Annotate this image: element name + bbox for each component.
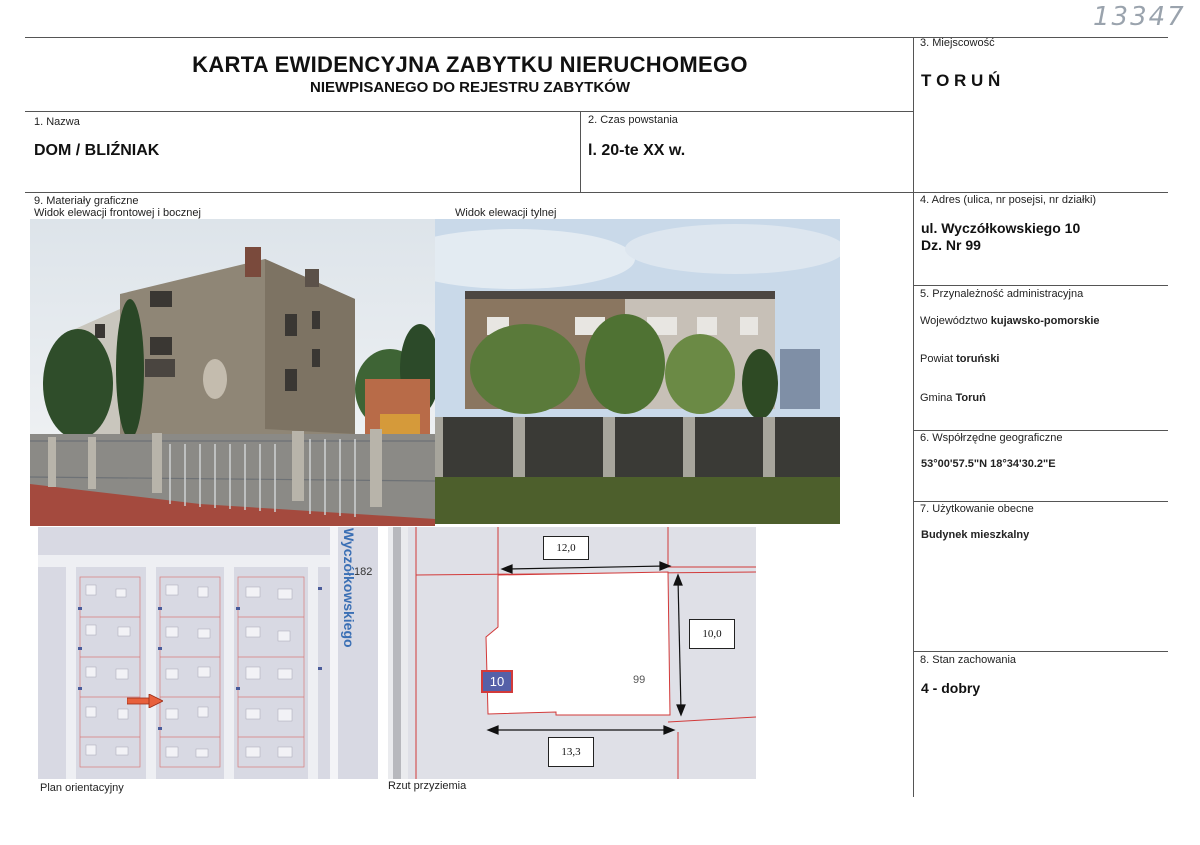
parcel-number-label: 99 — [633, 674, 646, 686]
coordinates-label: 6. Współrzędne geograficzne — [920, 432, 1063, 444]
voivodeship-line: Województwo kujawsko-pomorskie — [920, 315, 1100, 327]
floor-plan-caption: Rzut przyziemia — [388, 780, 467, 792]
dimension-bottom-label: 13,3 — [548, 737, 594, 767]
name-label: 1. Nazwa — [34, 116, 80, 128]
section8-border — [913, 651, 1168, 652]
county-value: toruński — [956, 353, 1000, 365]
handwritten-reference-number: 13347 — [1093, 2, 1186, 32]
right-column-divider — [913, 37, 914, 797]
construction-time-label: 2. Czas powstania — [588, 114, 678, 126]
dimension-right-label: 10,0 — [689, 619, 735, 649]
address-label: 4. Adres (ulica, nr posejsi, nr działki) — [920, 194, 1097, 206]
front-elevation-photo — [30, 219, 435, 526]
graphics-label: 9. Materiały graficzne — [34, 195, 139, 207]
page-title: KARTA EWIDENCYJNA ZABYTKU NIERUCHOMEGO — [192, 52, 748, 77]
house-number-badge: 10 — [481, 670, 513, 693]
address-street: ul. Wyczółkowskiego 10 — [921, 220, 1081, 236]
condition-label: 8. Stan zachowania — [920, 654, 1017, 666]
street-name-label: Wyczółkowskiego — [341, 528, 357, 648]
section5-border — [913, 285, 1168, 286]
name-time-divider — [580, 111, 581, 192]
ground-floor-plan: 12,0 10,0 13,3 10 99 — [388, 527, 756, 779]
county-line: Powiat toruński — [920, 353, 1000, 365]
map-number-label: 182 — [354, 566, 373, 578]
page-subtitle: NIEWPISANEGO DO REJESTRU ZABYTKÓW — [309, 79, 631, 96]
dimension-top-label: 12,0 — [543, 536, 589, 560]
address-parcel: Dz. Nr 99 — [921, 237, 981, 253]
name-row-bottom-border — [25, 192, 1168, 193]
title-bottom-border — [25, 111, 913, 112]
condition-value: 4 - dobry — [921, 680, 981, 696]
section7-border — [913, 501, 1168, 502]
rear-photo-caption: Widok elewacji tylnej — [455, 207, 557, 219]
plan-caption: Plan orientacyjny — [40, 782, 124, 794]
rear-elevation-photo — [435, 219, 840, 524]
coordinates-value: 53°00'57.5"N 18°34'30.2"E — [921, 458, 1056, 470]
locality-label: 3. Miejscowość — [920, 37, 995, 49]
commune-value: Toruń — [955, 392, 986, 404]
orientation-map — [38, 527, 378, 779]
construction-time-value: l. 20-te XX w. — [588, 142, 686, 159]
top-border — [25, 37, 1168, 38]
locality-value: T O R U Ń — [921, 71, 1001, 90]
current-use-value: Budynek mieszkalny — [921, 529, 1030, 541]
front-photo-caption: Widok elewacji frontowej i bocznej — [34, 207, 201, 219]
commune-line: Gmina Toruń — [920, 392, 986, 404]
administration-label: 5. Przynależność administracyjna — [920, 288, 1084, 300]
name-value: DOM / BLIŹNIAK — [34, 142, 160, 159]
voivodeship-value: kujawsko-pomorskie — [990, 315, 1100, 327]
current-use-label: 7. Użytkowanie obecne — [920, 503, 1034, 515]
section6-border — [913, 430, 1168, 431]
